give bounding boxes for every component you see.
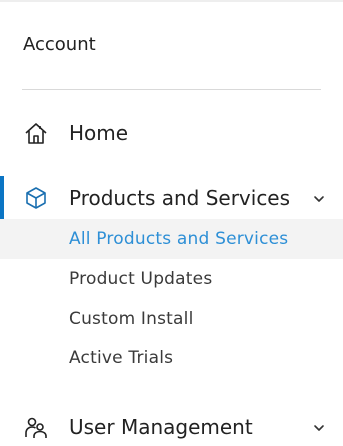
subitem-label: Custom Install	[69, 309, 194, 329]
top-border	[0, 0, 343, 2]
chevron-down-icon[interactable]	[313, 419, 325, 431]
sidebar-item-user-management[interactable]: User Management	[0, 406, 343, 446]
sidebar-item-label: User Management	[69, 415, 253, 439]
account-title: Account	[23, 34, 96, 55]
subitem-all-products-and-services[interactable]: All Products and Services	[0, 219, 343, 259]
users-icon	[24, 415, 48, 439]
divider	[22, 89, 321, 90]
subitem-product-updates[interactable]: Product Updates	[0, 259, 343, 299]
home-icon	[24, 121, 48, 145]
subitem-active-trials[interactable]: Active Trials	[0, 338, 343, 378]
subitem-custom-install[interactable]: Custom Install	[0, 299, 343, 339]
chevron-down-icon[interactable]	[313, 190, 325, 202]
subitem-label: Product Updates	[69, 269, 213, 289]
sidebar-item-label: Products and Services	[69, 186, 291, 210]
subitem-label: Active Trials	[69, 348, 174, 368]
cube-icon	[24, 186, 48, 210]
subitem-label: All Products and Services	[69, 229, 289, 249]
sidebar-item-home[interactable]: Home	[0, 112, 343, 152]
sidebar-item-label: Home	[69, 121, 129, 145]
sidebar-item-products-and-services[interactable]: Products and Services	[0, 177, 343, 217]
